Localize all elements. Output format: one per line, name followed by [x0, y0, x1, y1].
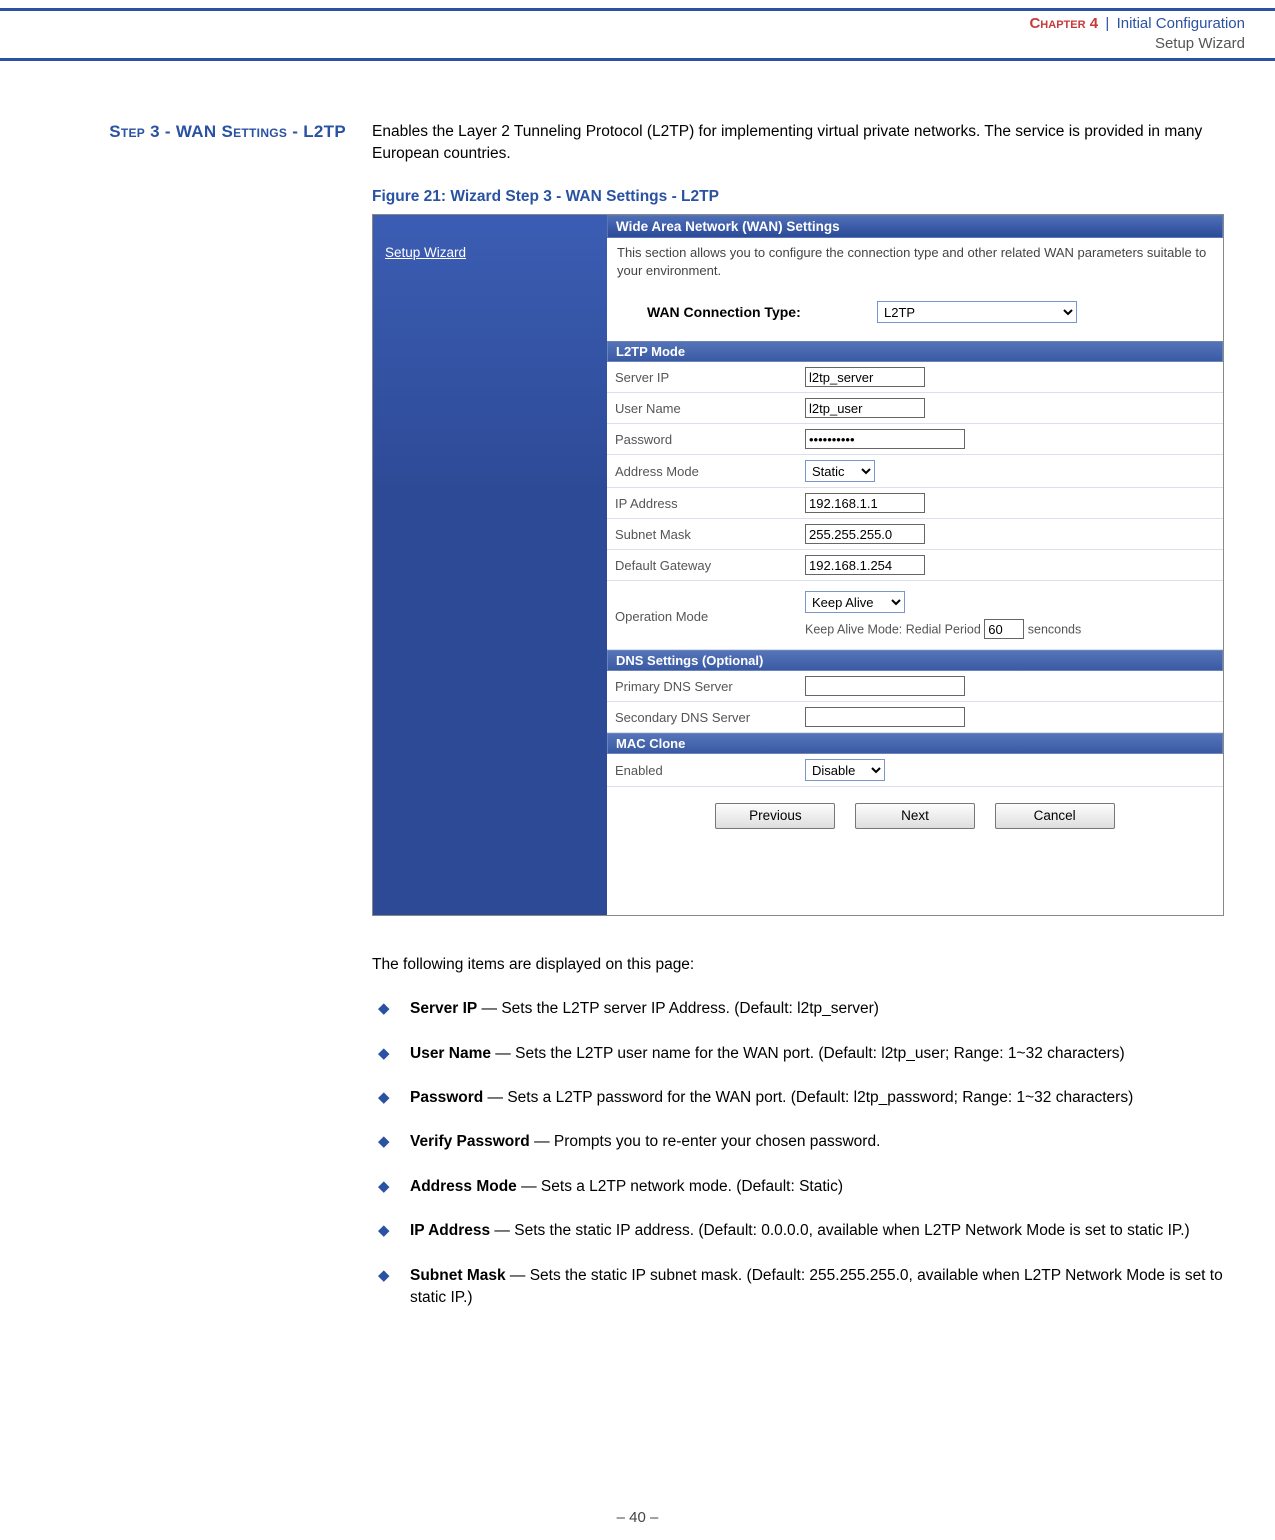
- address-mode-select[interactable]: Static: [805, 460, 875, 482]
- list-item: Password — Sets a L2TP password for the …: [372, 1087, 1232, 1109]
- primary-dns-label: Primary DNS Server: [615, 679, 805, 694]
- page-header: Chapter 4 | Initial Configuration Setup …: [0, 8, 1275, 61]
- intro-text: Enables the Layer 2 Tunneling Protocol (…: [372, 121, 1232, 164]
- operation-mode-subtext: Keep Alive Mode: Redial Period senconds: [805, 619, 1215, 639]
- primary-dns-input[interactable]: [805, 676, 965, 696]
- ip-address-input[interactable]: [805, 493, 925, 513]
- list-item: Address Mode — Sets a L2TP network mode.…: [372, 1176, 1232, 1198]
- description-list: Server IP — Sets the L2TP server IP Addr…: [372, 998, 1232, 1310]
- header-chapter: Chapter 4: [1029, 15, 1098, 32]
- list-item: Verify Password — Prompts you to re-ente…: [372, 1131, 1232, 1153]
- ip-address-label: IP Address: [615, 496, 805, 511]
- header-separator: |: [1105, 15, 1109, 32]
- subnet-mask-label: Subnet Mask: [615, 527, 805, 542]
- followup-text: The following items are displayed on thi…: [372, 954, 1232, 976]
- section-heading: Step 3 - WAN Settings - L2TP: [0, 121, 346, 144]
- header-title: Initial Configuration: [1117, 15, 1245, 32]
- redial-suffix: senconds: [1024, 623, 1081, 637]
- panel-description: This section allows you to configure the…: [607, 238, 1223, 293]
- section-mac-clone: MAC Clone: [607, 733, 1223, 754]
- wan-connection-type-select[interactable]: L2TP: [877, 301, 1077, 323]
- secondary-dns-input[interactable]: [805, 707, 965, 727]
- desc-password: — Sets a L2TP password for the WAN port.…: [483, 1089, 1133, 1106]
- user-name-label: User Name: [615, 401, 805, 416]
- list-item: IP Address — Sets the static IP address.…: [372, 1220, 1232, 1242]
- redial-period-input[interactable]: [984, 619, 1024, 639]
- user-name-input[interactable]: [805, 398, 925, 418]
- desc-user-name: — Sets the L2TP user name for the WAN po…: [491, 1045, 1125, 1062]
- term-server-ip: Server IP: [410, 1000, 477, 1017]
- operation-mode-select[interactable]: Keep Alive: [805, 591, 905, 613]
- default-gateway-input[interactable]: [805, 555, 925, 575]
- page-number: – 40 –: [0, 1509, 1275, 1526]
- previous-button[interactable]: Previous: [715, 803, 835, 829]
- address-mode-label: Address Mode: [615, 464, 805, 479]
- embedded-screenshot: Setup Wizard Wide Area Network (WAN) Set…: [372, 214, 1224, 916]
- term-user-name: User Name: [410, 1045, 491, 1062]
- default-gateway-label: Default Gateway: [615, 558, 805, 573]
- list-item: Server IP — Sets the L2TP server IP Addr…: [372, 998, 1232, 1020]
- list-item: Subnet Mask — Sets the static IP subnet …: [372, 1265, 1232, 1310]
- term-ip-address: IP Address: [410, 1222, 490, 1239]
- panel-title: Wide Area Network (WAN) Settings: [607, 215, 1223, 238]
- desc-verify-password: — Prompts you to re-enter your chosen pa…: [530, 1133, 881, 1150]
- section-l2tp-mode: L2TP Mode: [607, 341, 1223, 362]
- list-item: User Name — Sets the L2TP user name for …: [372, 1043, 1232, 1065]
- desc-address-mode: — Sets a L2TP network mode. (Default: St…: [517, 1178, 843, 1195]
- next-button[interactable]: Next: [855, 803, 975, 829]
- server-ip-label: Server IP: [615, 370, 805, 385]
- term-verify-password: Verify Password: [410, 1133, 530, 1150]
- server-ip-input[interactable]: [805, 367, 925, 387]
- mac-enabled-label: Enabled: [615, 763, 805, 778]
- desc-ip-address: — Sets the static IP address. (Default: …: [490, 1222, 1190, 1239]
- secondary-dns-label: Secondary DNS Server: [615, 710, 805, 725]
- term-subnet-mask: Subnet Mask: [410, 1267, 506, 1284]
- password-input[interactable]: [805, 429, 965, 449]
- term-password: Password: [410, 1089, 483, 1106]
- operation-mode-label: Operation Mode: [615, 591, 805, 624]
- section-dns-settings: DNS Settings (Optional): [607, 650, 1223, 671]
- wan-connection-type-label: WAN Connection Type:: [647, 304, 877, 320]
- desc-server-ip: — Sets the L2TP server IP Address. (Defa…: [477, 1000, 879, 1017]
- term-address-mode: Address Mode: [410, 1178, 517, 1195]
- desc-subnet-mask: — Sets the static IP subnet mask. (Defau…: [410, 1267, 1223, 1306]
- header-subtitle: Setup Wizard: [0, 35, 1245, 52]
- password-label: Password: [615, 432, 805, 447]
- mac-enabled-select[interactable]: Disable: [805, 759, 885, 781]
- wizard-sidebar: Setup Wizard: [373, 215, 607, 915]
- sidebar-item-setup-wizard[interactable]: Setup Wizard: [385, 245, 595, 260]
- subnet-mask-input[interactable]: [805, 524, 925, 544]
- figure-caption: Figure 21: Wizard Step 3 - WAN Settings …: [372, 188, 1232, 206]
- cancel-button[interactable]: Cancel: [995, 803, 1115, 829]
- redial-prefix: Keep Alive Mode: Redial Period: [805, 623, 984, 637]
